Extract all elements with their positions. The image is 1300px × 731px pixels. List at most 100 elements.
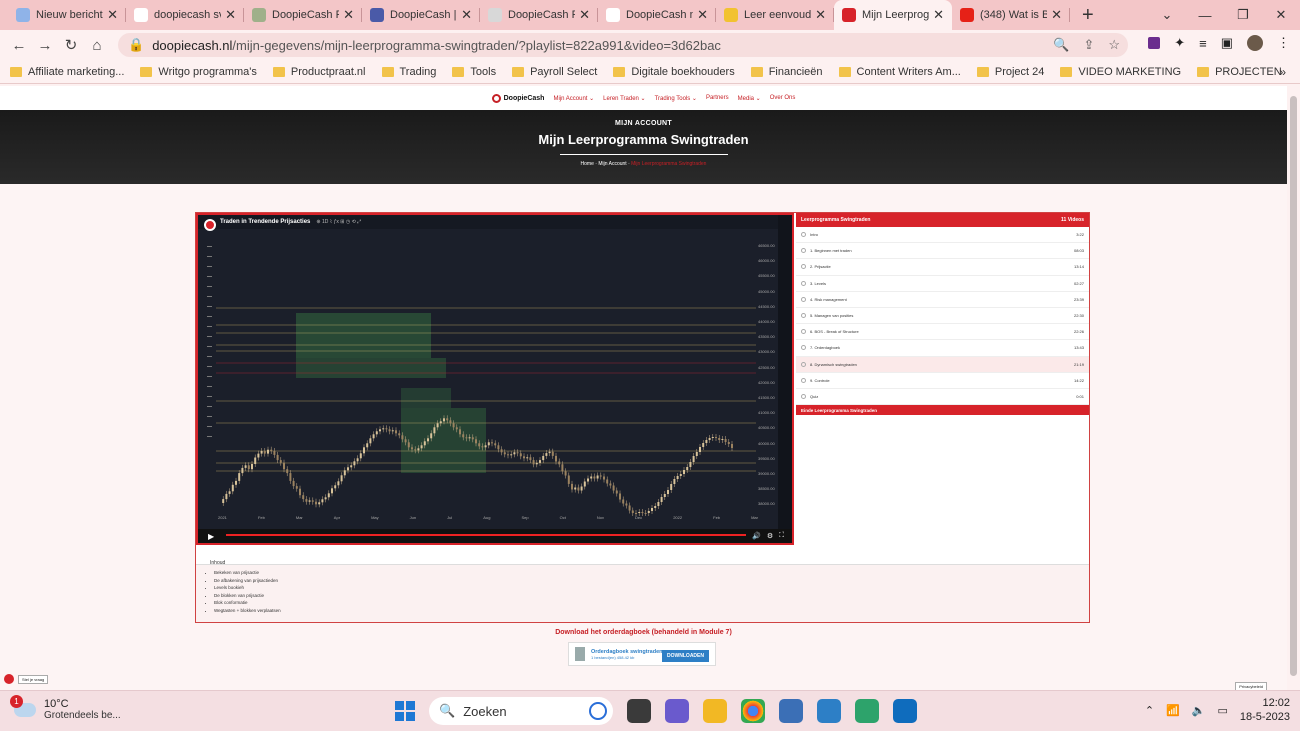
teams-icon[interactable] — [665, 699, 689, 723]
download-title[interactable]: Orderdagboek swingtraden — [591, 649, 663, 655]
site-nav-item[interactable]: Media ⌄ — [738, 95, 761, 102]
bookmark-item[interactable]: Financieën — [750, 66, 823, 78]
bookmark-item[interactable]: Payroll Select — [512, 66, 597, 78]
bookmarks-overflow-icon[interactable]: » — [1279, 65, 1286, 79]
playlist-item[interactable]: 9. Controle 14:22 — [796, 373, 1089, 389]
reading-list-icon[interactable]: ≡ — [1199, 36, 1207, 51]
bookmark-item[interactable]: Digitale boekhouders — [613, 66, 735, 78]
playlist-item[interactable]: 1. Beginnen met traden 08:03 — [796, 243, 1089, 260]
playlist-item[interactable]: 8. Dynamisch swingtraden 21:19 — [796, 356, 1089, 373]
forward-button[interactable]: → — [32, 37, 58, 54]
site-nav-item[interactable]: Partners — [706, 95, 729, 102]
bookmark-item[interactable]: VIDEO MARKETING — [1060, 66, 1181, 78]
browser-tab[interactable]: DoopieCash n ✕ — [598, 0, 716, 30]
tab-close-icon[interactable]: ✕ — [815, 7, 826, 23]
share-icon[interactable]: ⇪ — [1083, 37, 1094, 53]
settings-gear-icon[interactable]: ⚙ — [767, 532, 773, 540]
minimize-button[interactable]: — — [1186, 8, 1224, 23]
volume-icon[interactable]: 🔊 — [752, 532, 761, 540]
site-logo[interactable]: DoopieCash — [491, 93, 544, 103]
privacy-button[interactable]: Privacybeleid — [1235, 682, 1267, 690]
browser-tab[interactable]: Nieuw bericht ✕ — [8, 0, 126, 30]
bookmark-item[interactable]: Writgo programma's — [140, 66, 257, 78]
omnibox[interactable]: 🔒 doopiecash.nl/mijn-gegevens/mijn-leerp… — [118, 33, 1128, 57]
file-explorer-icon[interactable] — [703, 699, 727, 723]
play-circle-icon — [801, 393, 806, 399]
browser-tab[interactable]: DoopieCash | ✕ — [362, 0, 480, 30]
browser-tab[interactable]: DoopieCash R ✕ — [480, 0, 598, 30]
tab-close-icon[interactable]: ✕ — [933, 7, 944, 23]
reload-button[interactable]: ↻ — [58, 36, 84, 54]
tab-close-icon[interactable]: ✕ — [1051, 7, 1062, 23]
bookmark-item[interactable]: Trading — [381, 66, 436, 78]
breadcrumb-account[interactable]: Mijn Account — [598, 161, 626, 167]
playlist-item[interactable]: 4. Risk management 23:39 — [796, 292, 1089, 308]
tab-close-icon[interactable]: ✕ — [697, 7, 708, 23]
browser-tab[interactable]: (348) Wat is B ✕ — [952, 0, 1070, 30]
breadcrumb-home[interactable]: Home — [581, 161, 594, 167]
extension-icon[interactable] — [1148, 37, 1161, 49]
bookmark-item[interactable]: Productpraat.nl — [272, 66, 366, 78]
globe-app-icon[interactable] — [855, 699, 879, 723]
playlist-item[interactable]: 6. BOS - Break of Structure 22:26 — [796, 324, 1089, 341]
browser-tab[interactable]: DoopieCash R ✕ — [244, 0, 362, 30]
playlist-item[interactable]: 2. Prijsactie 13:14 — [796, 259, 1089, 276]
speaker-icon[interactable]: 🔈 — [1192, 704, 1206, 717]
download-button[interactable]: DOWNLOADEN — [662, 650, 709, 662]
playlist-item[interactable]: 3. Levels 02:27 — [796, 276, 1089, 292]
weather-widget[interactable]: 1 10°C Grotendeels be... — [10, 694, 121, 721]
bookmark-item[interactable]: Affiliate marketing... — [10, 66, 124, 78]
playlist-item[interactable]: Quiz 0:01 — [796, 389, 1089, 406]
page-scrollbar[interactable] — [1287, 86, 1300, 690]
task-view-icon[interactable] — [627, 699, 651, 723]
site-nav-item[interactable]: Leren Traden ⌄ — [603, 95, 645, 102]
battery-icon[interactable]: ▭ — [1217, 704, 1227, 717]
zoom-icon[interactable]: 🔍 — [1053, 37, 1069, 53]
playlist-item[interactable]: 5. Managen van posities 22:30 — [796, 308, 1089, 325]
help-widget[interactable]: Stel je vraag — [4, 674, 49, 684]
video-progress[interactable] — [226, 534, 746, 536]
tab-close-icon[interactable]: ✕ — [107, 7, 118, 23]
browser-tab[interactable]: Leer eenvoudi ✕ — [716, 0, 834, 30]
avatar[interactable] — [1247, 35, 1263, 51]
bookmark-star-icon[interactable]: ☆ — [1108, 37, 1120, 53]
back-button[interactable]: ← — [6, 37, 32, 54]
taskbar-search[interactable]: 🔍 Zoeken — [429, 697, 613, 725]
home-button[interactable]: ⌂ — [84, 37, 110, 54]
calculator-icon[interactable] — [779, 699, 803, 723]
sidepanel-icon[interactable]: ▣ — [1221, 35, 1233, 51]
maximize-button[interactable]: ❐ — [1224, 7, 1262, 23]
windows-start-icon[interactable] — [395, 701, 415, 721]
fullscreen-icon[interactable]: ⛶ — [779, 532, 784, 540]
playlist-item[interactable]: 7. Orderdagboek 13:43 — [796, 340, 1089, 357]
bookmark-item[interactable]: Content Writers Am... — [838, 66, 961, 78]
site-nav-item[interactable]: Mijn Account ⌄ — [553, 95, 594, 102]
tab-close-icon[interactable]: ✕ — [225, 7, 236, 23]
site-nav-item[interactable]: Trading Tools ⌄ — [655, 95, 697, 102]
tab-close-icon[interactable]: ✕ — [579, 7, 590, 23]
playlist-item[interactable]: Intro 3:22 — [796, 227, 1089, 244]
browser-tab[interactable]: Mijn Leerprog ✕ — [834, 0, 952, 30]
bookmark-item[interactable]: Project 24 — [976, 66, 1044, 78]
notepad-icon[interactable] — [817, 699, 841, 723]
chrome-icon[interactable] — [741, 699, 765, 723]
tab-close-icon[interactable]: ✕ — [461, 7, 472, 23]
y-tick-label: 44000.00 — [758, 319, 775, 324]
new-tab-button[interactable]: + — [1082, 4, 1102, 27]
wifi-icon[interactable]: 📶 — [1166, 704, 1180, 717]
bookmark-item[interactable]: Tools — [452, 66, 496, 78]
menu-icon[interactable]: ⋮ — [1277, 35, 1290, 51]
puzzle-icon[interactable]: ✦ — [1174, 35, 1185, 51]
tab-close-icon[interactable]: ✕ — [343, 7, 354, 23]
bookmark-item[interactable]: PROJECTEN — [1197, 66, 1282, 78]
site-nav-item[interactable]: Over Ons — [770, 95, 796, 102]
play-icon[interactable]: ▶ — [208, 532, 214, 541]
browser-tab[interactable]: doopiecash sv ✕ — [126, 0, 244, 30]
tab-search-icon[interactable]: ⌄ — [1148, 7, 1186, 23]
outlook-icon[interactable] — [893, 699, 917, 723]
video-player[interactable]: Traden in Trendende Prijsacties ⊕ 1D ⌇ ƒ… — [196, 213, 794, 545]
bing-icon[interactable] — [589, 702, 607, 720]
tray-overflow-icon[interactable]: ⌃ — [1145, 704, 1154, 717]
clock[interactable]: 12:02 18-5-2023 — [1240, 696, 1290, 724]
close-window-button[interactable]: ✕ — [1262, 7, 1300, 23]
